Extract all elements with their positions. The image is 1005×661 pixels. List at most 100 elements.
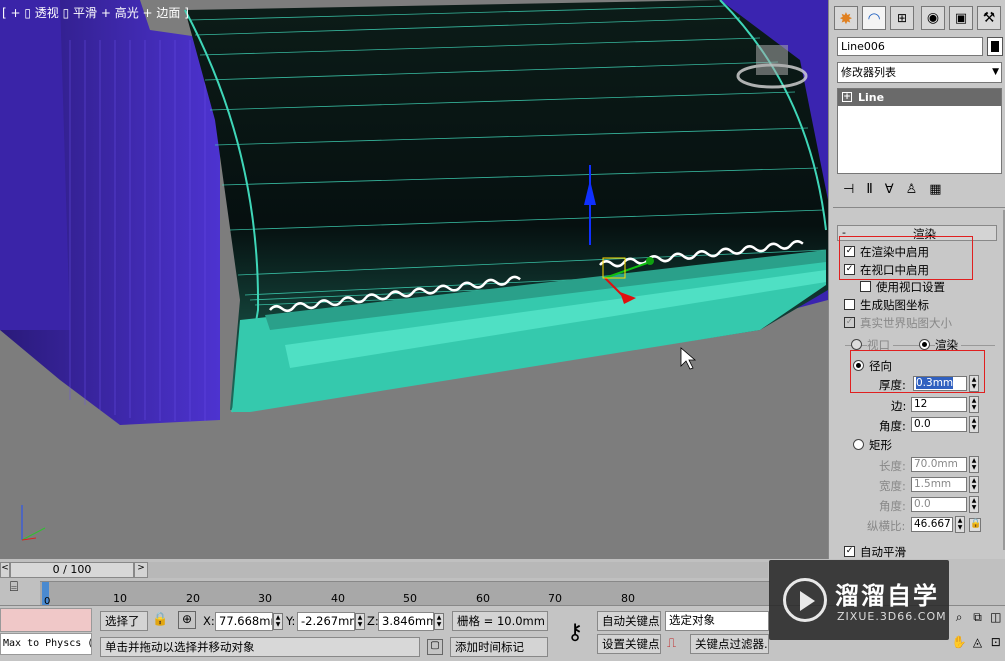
y-spinner[interactable]: ▲ ▼ (355, 613, 365, 630)
length-spinner[interactable]: ▲ ▼ (969, 456, 979, 473)
z-coordinate-input[interactable]: 3.846mm (378, 612, 434, 631)
pan-icon[interactable]: ✋ (950, 635, 968, 659)
frame-counter: 0 / 100 (52, 563, 92, 576)
generate-mapping-checkbox[interactable] (844, 299, 855, 310)
stack-item-line[interactable]: + Line (838, 89, 1001, 106)
x-spinner[interactable]: ▲ ▼ (273, 613, 283, 630)
watermark-brand: 溜溜自学 (835, 582, 939, 610)
real-world-map-label: 真实世界贴图大小 (860, 316, 952, 330)
modifier-list-label: 修改器列表 (841, 66, 896, 79)
zoom-all-icon[interactable]: ⧉ (968, 610, 986, 635)
absolute-mode-icon[interactable]: ⊕ (178, 611, 196, 629)
modifier-stack: + Line (837, 88, 1002, 174)
maxscript-listener[interactable]: Max to Physcs ( (0, 633, 92, 655)
rect-angle-spinner[interactable]: ▲ ▼ (969, 496, 979, 513)
stack-item-label: Line (858, 91, 885, 104)
zoom-extents-icon[interactable]: ◫ (987, 610, 1005, 635)
selection-count: 选择了 (100, 611, 148, 631)
prev-frame-icon[interactable]: < (0, 562, 10, 578)
motion-tab-icon[interactable]: ◉ (921, 6, 945, 30)
create-tab-icon[interactable]: ✸ (834, 6, 858, 30)
next-frame-icon[interactable]: > (134, 562, 148, 578)
rect-angle-label: 角度: (879, 499, 906, 513)
y-coordinate-input[interactable]: -2.267mm (297, 612, 355, 631)
chevron-down-icon: ▼ (992, 67, 999, 77)
use-viewport-settings-label: 使用视口设置 (876, 280, 945, 294)
watermark: 溜溜自学 ZIXUE.3D66.COM (769, 560, 949, 640)
object-name-field[interactable]: Line006 (837, 37, 983, 56)
width-input[interactable]: 1.5mm (911, 477, 967, 492)
z-label: Z: (367, 614, 379, 628)
display-tab-icon[interactable]: ▣ (949, 6, 973, 30)
auto-smooth-label: 自动平滑 (860, 545, 906, 559)
selection-lock-icon[interactable]: 🔒 (152, 612, 168, 627)
x-coordinate-input[interactable]: 77.668mm (215, 612, 273, 631)
auto-smooth-checkbox[interactable]: ✓ (844, 546, 855, 557)
watermark-url: ZIXUE.3D66.COM (837, 610, 947, 623)
maxscript-listener-top[interactable] (0, 608, 92, 632)
length-label: 长度: (879, 459, 906, 473)
divider (833, 207, 1005, 208)
key-icon[interactable]: ⚷ (556, 614, 594, 652)
selection-set-label: 选定对象 (669, 613, 715, 627)
generate-mapping-label: 生成贴图坐标 (860, 298, 929, 312)
y-label: Y: (286, 614, 296, 628)
sides-input[interactable]: 12 (911, 397, 967, 412)
time-tag-icon[interactable]: ▢ (427, 639, 443, 655)
set-key-button[interactable]: 设置关键点 (597, 634, 661, 654)
show-end-result-icon[interactable]: Ⅱ (866, 182, 872, 197)
angle-label: 角度: (879, 419, 906, 433)
length-input[interactable]: 70.0mm (911, 457, 967, 472)
auto-key-button[interactable]: 自动关键点 (597, 611, 661, 631)
pin-stack-icon[interactable]: ⊣ (843, 182, 854, 197)
track-bar[interactable]: 0 10 20 30 40 50 60 70 80 (40, 581, 770, 607)
tick-40: 40 (331, 592, 345, 605)
tick-20: 20 (186, 592, 200, 605)
modify-tab-icon[interactable]: ◠ (862, 6, 886, 30)
add-time-tag[interactable]: 添加时间标记 (450, 637, 548, 657)
tick-10: 10 (113, 592, 127, 605)
aspect-input[interactable]: 46.667 (911, 517, 953, 532)
make-unique-icon[interactable]: ∀ (885, 182, 894, 197)
viewport-radio[interactable] (851, 339, 862, 350)
scene-render (0, 0, 828, 541)
utilities-tab-icon[interactable]: ⚒ (977, 6, 1001, 30)
use-viewport-settings-checkbox[interactable] (860, 281, 871, 292)
real-world-map-checkbox[interactable]: ✓ (844, 317, 855, 328)
time-slider[interactable]: 0 / 100 (10, 562, 134, 578)
key-mode-icon[interactable]: ⎍ (667, 636, 676, 651)
width-spinner[interactable]: ▲ ▼ (969, 476, 979, 493)
key-filters-button[interactable]: 关键点过滤器... (690, 634, 769, 654)
z-spinner[interactable]: ▲ ▼ (434, 613, 444, 630)
hierarchy-tab-icon[interactable]: ⊞ (890, 6, 914, 30)
tick-50: 50 (403, 592, 417, 605)
orbit-icon[interactable]: ◬ (968, 635, 986, 659)
angle-spinner[interactable]: ▲ ▼ (969, 416, 979, 433)
remove-modifier-icon[interactable]: ♙ (906, 182, 918, 197)
maximize-icon[interactable]: ⊡ (987, 635, 1005, 659)
rectangular-radio[interactable] (853, 439, 864, 450)
sides-spinner[interactable]: ▲ ▼ (969, 396, 979, 413)
aspect-label: 纵横比: (867, 519, 906, 533)
selection-set-dropdown[interactable]: 选定对象 (665, 611, 769, 631)
viewport-label[interactable]: [ + ▯ 透视 ▯ 平滑 + 高光 + 边面 ] (2, 4, 189, 21)
render-radio[interactable] (919, 339, 930, 350)
tick-80: 80 (621, 592, 635, 605)
zoom-icon[interactable]: ⌕ (950, 610, 968, 635)
angle-input[interactable]: 0.0 (911, 417, 967, 432)
sides-label: 边: (891, 399, 907, 413)
x-label: X: (203, 614, 215, 628)
lock-icon[interactable]: 🔒 (969, 518, 981, 532)
rect-angle-input[interactable]: 0.0 (911, 497, 967, 512)
aspect-spinner[interactable]: ▲ ▼ (955, 516, 965, 533)
tick-70: 70 (548, 592, 562, 605)
highlight-box (850, 350, 985, 393)
tick-30: 30 (258, 592, 272, 605)
modifier-list-dropdown[interactable]: 修改器列表 ▼ (837, 62, 1002, 83)
prompt-line: 单击并拖动以选择并移动对象 (100, 637, 420, 657)
configure-sets-icon[interactable]: ▦ (929, 182, 941, 197)
perspective-viewport[interactable]: [ + ▯ 透视 ▯ 平滑 + 高光 + 边面 ] (0, 0, 828, 559)
object-color-swatch[interactable] (987, 37, 1003, 56)
track-view-icon[interactable]: ⌸ (0, 579, 28, 603)
expand-icon[interactable]: + (842, 92, 852, 102)
